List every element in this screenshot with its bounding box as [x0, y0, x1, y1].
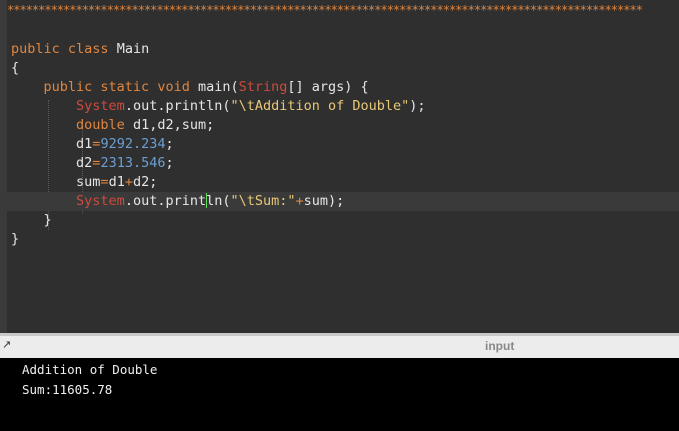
- code-token: Main: [116, 41, 150, 57]
- code-token: void: [157, 79, 198, 95]
- code-line[interactable]: public static void main(String[] args) {: [11, 78, 679, 97]
- code-token: .out.println(: [124, 98, 231, 114]
- output-console: Addition of Double Sum:11605.78: [0, 358, 679, 431]
- code-token: public: [11, 41, 68, 57]
- code-token: );: [409, 98, 426, 114]
- code-token: {: [11, 60, 20, 76]
- code-line[interactable]: System.out.println("\tSum:"+sum);: [0, 192, 679, 211]
- code-line[interactable]: public class Main: [11, 40, 679, 59]
- code-token: =: [100, 174, 109, 190]
- code-token: String: [238, 79, 288, 95]
- code-token: "\tSum:": [230, 193, 296, 209]
- code-token: "\tAddition of Double": [230, 98, 410, 114]
- header-comment-stars: ****************************************…: [7, 3, 643, 17]
- code-line[interactable]: {: [11, 59, 679, 78]
- code-token: .out.print: [124, 193, 207, 209]
- code-token: d1,d2,sum;: [132, 117, 215, 133]
- code-token: [] args) {: [287, 79, 369, 95]
- code-token: }: [11, 231, 20, 247]
- code-token: static: [100, 79, 158, 95]
- code-editor[interactable]: ****************************************…: [0, 0, 679, 333]
- code-token: d2: [76, 155, 93, 171]
- code-line[interactable]: System.out.println("\tAddition of Double…: [11, 97, 679, 116]
- code-token: System: [76, 98, 125, 114]
- console-output: Addition of Double Sum:11605.78: [22, 362, 158, 397]
- code-line[interactable]: sum=d1+d2;: [11, 173, 679, 192]
- io-panel-bar: ↗ input: [0, 336, 679, 358]
- code-token: 9292.234: [100, 136, 166, 152]
- code-line[interactable]: }: [11, 211, 679, 230]
- code-token: class: [67, 41, 117, 57]
- code-token: main(: [197, 79, 239, 95]
- code-token: d1: [76, 136, 93, 152]
- input-tab[interactable]: input: [485, 339, 514, 353]
- code-token: +: [124, 174, 133, 190]
- code-token: 2313.546: [100, 155, 166, 171]
- code-token: }: [43, 212, 52, 228]
- code-token: public: [43, 79, 101, 95]
- code-token: +: [295, 193, 304, 209]
- code-token: sum: [76, 174, 101, 190]
- resize-icon[interactable]: ↗: [2, 338, 11, 351]
- editor-gutter: [0, 0, 7, 333]
- code-line[interactable]: }: [11, 230, 679, 249]
- code-token: ;: [165, 155, 174, 171]
- code-line[interactable]: d2=2313.546;: [11, 154, 679, 173]
- code-token: double: [76, 117, 133, 133]
- code-token: System: [76, 193, 125, 209]
- code-token: sum);: [303, 193, 345, 209]
- code-token: ln(: [206, 193, 231, 209]
- code-token: ;: [165, 136, 174, 152]
- code-area[interactable]: public class Main{ public static void ma…: [0, 40, 679, 249]
- code-line[interactable]: double d1,d2,sum;: [11, 116, 679, 135]
- code-token: d2;: [132, 174, 158, 190]
- code-token: d1: [108, 174, 125, 190]
- code-line[interactable]: d1=9292.234;: [11, 135, 679, 154]
